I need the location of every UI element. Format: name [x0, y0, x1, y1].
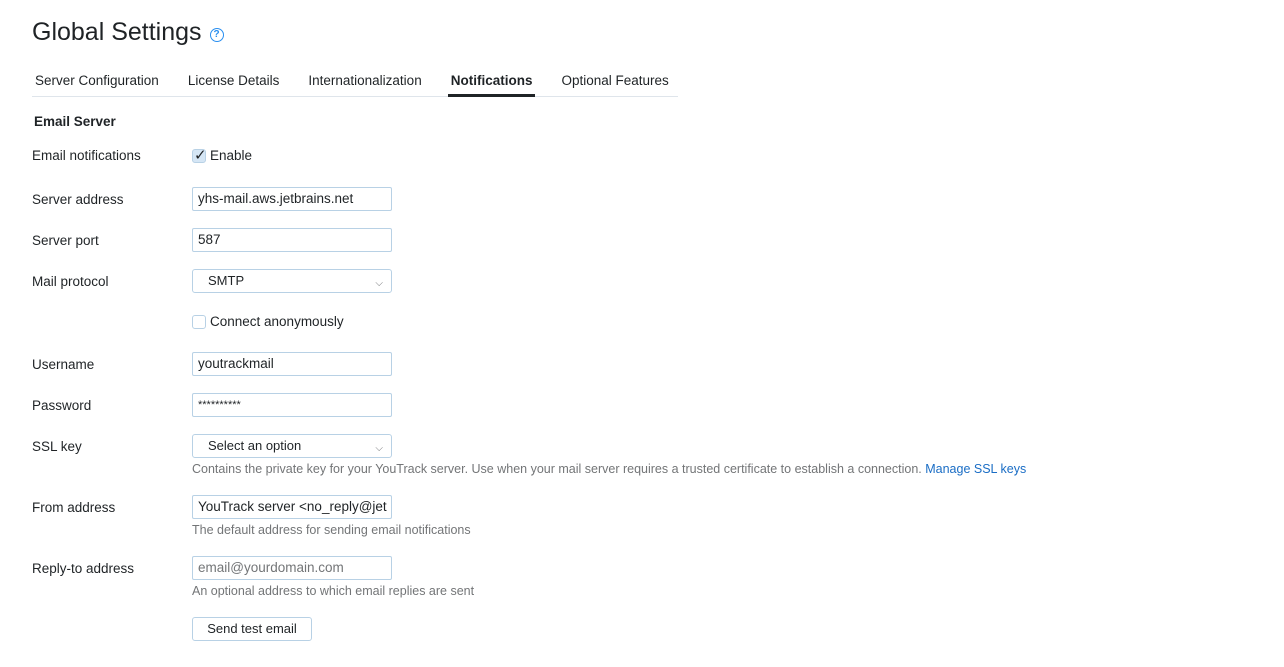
- from-address-input[interactable]: YouTrack server <no_reply@jet: [192, 495, 392, 519]
- help-icon[interactable]: ?: [209, 27, 224, 42]
- from-address-label: From address: [32, 499, 116, 515]
- username-label: Username: [32, 356, 95, 372]
- connect-anonymously-checkbox[interactable]: [192, 314, 206, 329]
- server-address-row: Server address yhs-mail.aws.jetbrains.ne…: [32, 187, 392, 211]
- ssl-key-row: SSL key Select an option ⌵: [32, 434, 392, 458]
- global-settings-page: Global Settings ? Server Configuration L…: [0, 0, 1284, 667]
- from-address-row: From address YouTrack server <no_reply@j…: [32, 495, 392, 519]
- mail-protocol-select[interactable]: SMTP ⌵: [192, 269, 392, 293]
- password-row: Password **********: [32, 393, 392, 417]
- server-port-row: Server port 587: [32, 228, 392, 252]
- settings-tabs: Server Configuration License Details Int…: [32, 72, 678, 97]
- email-notifications-label: Email notifications: [32, 148, 141, 163]
- server-port-label: Server port: [32, 232, 99, 248]
- server-address-input[interactable]: yhs-mail.aws.jetbrains.net: [192, 187, 392, 211]
- password-input[interactable]: **********: [192, 393, 392, 417]
- section-title-email-server: Email Server: [34, 114, 116, 129]
- ssl-key-hint: Contains the private key for your YouTra…: [192, 462, 1026, 476]
- ssl-key-hint-text: Contains the private key for your YouTra…: [192, 462, 922, 476]
- tab-license-details[interactable]: License Details: [185, 72, 283, 96]
- chevron-down-icon: ⌵: [375, 443, 383, 454]
- password-label: Password: [32, 397, 92, 413]
- enable-checkbox[interactable]: ✓: [192, 146, 207, 164]
- page-title: Global Settings ?: [32, 18, 224, 47]
- reply-to-address-hint: An optional address to which email repli…: [192, 584, 475, 598]
- connect-anonymously-row: Connect anonymously: [192, 314, 344, 329]
- tab-optional-features[interactable]: Optional Features: [558, 72, 671, 96]
- enable-checkbox-label[interactable]: Enable: [210, 148, 252, 163]
- username-input[interactable]: youtrackmail: [192, 352, 392, 376]
- server-port-input[interactable]: 587: [192, 228, 392, 252]
- page-title-text: Global Settings: [32, 18, 202, 46]
- tab-server-configuration[interactable]: Server Configuration: [32, 72, 162, 96]
- connect-anonymously-label[interactable]: Connect anonymously: [210, 314, 344, 329]
- reply-to-address-label: Reply-to address: [32, 560, 135, 576]
- mail-protocol-row: Mail protocol SMTP ⌵: [32, 269, 392, 293]
- mail-protocol-value: SMTP: [208, 273, 245, 288]
- mail-protocol-label: Mail protocol: [32, 273, 109, 289]
- email-notifications-row: Email notifications ✓ Enable: [32, 146, 252, 164]
- chevron-down-icon: ⌵: [375, 278, 383, 289]
- from-address-hint: The default address for sending email no…: [192, 523, 471, 537]
- tab-notifications[interactable]: Notifications: [447, 72, 536, 97]
- checkmark-icon: ✓: [194, 146, 207, 164]
- server-address-label: Server address: [32, 191, 124, 207]
- username-row: Username youtrackmail: [32, 352, 392, 376]
- ssl-key-select[interactable]: Select an option ⌵: [192, 434, 392, 458]
- send-test-email-button[interactable]: Send test email: [192, 617, 312, 641]
- manage-ssl-keys-link[interactable]: Manage SSL keys: [925, 462, 1026, 476]
- tab-internationalization[interactable]: Internationalization: [305, 72, 424, 96]
- reply-to-address-input[interactable]: email@yourdomain.com: [192, 556, 392, 580]
- reply-to-address-row: Reply-to address email@yourdomain.com: [32, 556, 392, 580]
- ssl-key-value: Select an option: [208, 438, 302, 453]
- ssl-key-label: SSL key: [32, 438, 82, 454]
